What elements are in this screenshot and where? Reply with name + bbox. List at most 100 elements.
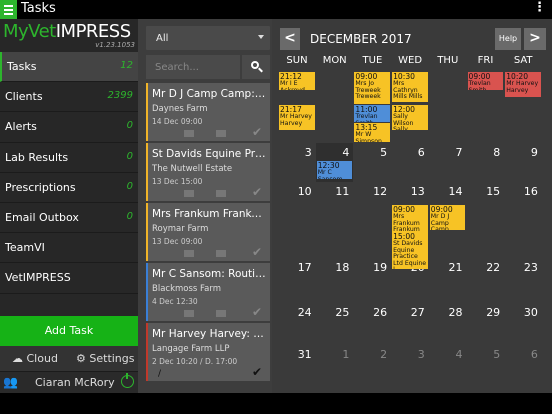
calendar-day[interactable]: 6	[391, 146, 425, 159]
task-card[interactable]: Mr D J Camp Camp: Dat... Daynes Farm 14 …	[146, 83, 270, 141]
weekday-mon: MON	[322, 55, 347, 66]
user-group-icon: 👥	[3, 375, 18, 389]
gear-icon: ⚙	[76, 352, 86, 365]
app-version: v1.23.1053	[95, 41, 135, 49]
overflow-menu-icon[interactable]: ⋮	[533, 0, 546, 15]
check-icon[interactable]: ✔	[252, 245, 262, 259]
check-icon[interactable]: ✔	[252, 125, 262, 139]
calendar-day[interactable]: 19	[353, 261, 387, 274]
calendar-day[interactable]: 16	[504, 185, 538, 198]
calendar-day[interactable]: 5	[467, 348, 500, 361]
search-button[interactable]	[242, 55, 270, 79]
calendar-day[interactable]: 30	[504, 306, 538, 319]
event-client: Sally Wilson Sally	[393, 113, 414, 130]
calendar-day[interactable]: 26	[353, 306, 387, 319]
task-card[interactable]: Mrs Frankum Frankum:... Roymar Farm 13 D…	[146, 203, 270, 261]
calendar-day[interactable]: 25	[316, 306, 349, 319]
task-card[interactable]: St Davids Equine Practi... The Nutwell E…	[146, 143, 270, 201]
calendar-day[interactable]: 14	[429, 185, 462, 198]
sidebar-item-email-outbox[interactable]: Email Outbox 0	[0, 203, 138, 234]
calendar-day[interactable]: 17	[278, 261, 312, 274]
calendar-event[interactable]: 10:20 Mr Harvey Harvey	[505, 72, 541, 97]
sidebar-item-clients[interactable]: Clients 2399	[0, 82, 138, 113]
calendar-event[interactable]: 15:00 St Davids Equine Practice Ltd Equin…	[392, 232, 428, 269]
calendar-day[interactable]: 31	[278, 348, 312, 361]
task-title: Mr C Sansom: Routine	[152, 268, 268, 280]
cloud-icon: ☁	[12, 352, 23, 365]
phone-icon	[216, 130, 226, 137]
prev-month-button[interactable]: <	[280, 28, 300, 50]
calendar-event[interactable]: 09:00 Mrs Jo Treweek Treweek	[354, 72, 391, 104]
calendar-day[interactable]: 8	[467, 146, 500, 159]
calendar-day[interactable]: 27	[391, 306, 425, 319]
weekday-thu: THU	[437, 55, 459, 66]
phone-icon	[216, 310, 226, 317]
calendar-day[interactable]: 4	[316, 146, 349, 159]
task-card[interactable]: Mr Harvey Harvey: Dat... Langage Farm LL…	[146, 323, 270, 381]
calendar-day[interactable]: 12	[353, 185, 387, 198]
sidebar-item-alerts[interactable]: Alerts 0	[0, 112, 138, 143]
sidebar-item-teamvi[interactable]: TeamVI	[0, 233, 138, 264]
calendar-day[interactable]: 1	[316, 348, 349, 361]
check-icon[interactable]: ✔	[252, 185, 262, 199]
calendar-day[interactable]: 28	[429, 306, 462, 319]
task-subtitle: Blackmoss Farm	[152, 284, 221, 294]
calendar-event[interactable]: 13:15 Mr W Simpson	[354, 123, 391, 142]
check-icon[interactable]: ✔	[252, 305, 262, 319]
check-icon[interactable]: ✔	[252, 365, 262, 379]
calendar-day[interactable]: 13	[391, 185, 425, 198]
calendar-event[interactable]: 21:12Mr I E Ackroyd	[279, 72, 315, 90]
calendar-day[interactable]: 18	[316, 261, 349, 274]
calendar-event[interactable]: 09:00 Mrs Frankum Frankum	[392, 205, 428, 232]
calendar-day[interactable]: 10	[278, 185, 312, 198]
calendar-day[interactable]: 9	[504, 146, 538, 159]
calendar-day[interactable]: 21	[429, 261, 462, 274]
sidebar-item-lab-results[interactable]: Lab Results 0	[0, 143, 138, 173]
task-title: Mr D J Camp Camp: Dat...	[152, 88, 268, 100]
search-input[interactable]: Search...	[146, 55, 240, 79]
event-client: Mr Harvey Harvey	[280, 113, 312, 127]
sidebar: MyVetIMPRESS v1.23.1053 Tasks 12 Clients 2…	[0, 19, 138, 393]
calendar-event[interactable]: 12:30Mr C Sansom	[316, 161, 353, 179]
calendar-event[interactable]: 11:00Trevlan Smith	[354, 105, 391, 122]
chevron-down-icon	[258, 35, 264, 39]
calendar-day[interactable]: 11	[316, 185, 349, 198]
settings-button[interactable]: ⚙ Settings	[76, 352, 135, 365]
calendar-event[interactable]: 09:00 Mr D J Camp Camp	[429, 205, 466, 230]
next-month-button[interactable]: >	[524, 28, 546, 50]
sidebar-item-tasks[interactable]: Tasks 12	[0, 52, 138, 83]
calendar-day[interactable]: 7	[429, 146, 462, 159]
calendar-day[interactable]: 23	[504, 261, 538, 274]
calendar-day[interactable]: 2	[353, 348, 387, 361]
bottom-actions: ☁ Cloud ⚙ Settings	[0, 346, 138, 371]
power-icon[interactable]	[121, 373, 134, 388]
calendar-day[interactable]: 29	[467, 306, 500, 319]
task-filter-select[interactable]: All	[146, 26, 270, 50]
event-client: Mr I E Ackroyd	[280, 80, 305, 90]
calendar-day[interactable]: 24	[278, 306, 312, 319]
calendar-day[interactable]: 3	[391, 348, 425, 361]
task-card[interactable]: Mr C Sansom: Routine Blackmoss Farm 4 De…	[146, 263, 270, 321]
add-task-button[interactable]: Add Task	[0, 316, 138, 346]
system-nav-bar	[0, 393, 552, 414]
calendar-event[interactable]: 12:00 Sally Wilson Sally	[392, 105, 428, 130]
help-button[interactable]: Help	[495, 28, 521, 50]
sidebar-nav: Tasks 12 Clients 2399 Alerts 0 Lab Results 0…	[0, 52, 138, 294]
calendar-day[interactable]: 4	[429, 348, 462, 361]
calendar-day[interactable]: 5	[353, 146, 387, 159]
weekday-sat: SAT	[513, 55, 533, 66]
calendar-event[interactable]: 10:30 Mrs Cathryn Mills Mills	[392, 72, 428, 102]
pencil-icon[interactable]: /	[158, 369, 161, 379]
calendar-day[interactable]: 6	[504, 348, 538, 361]
calendar-event[interactable]: 21:17 Mr Harvey Harvey	[279, 105, 315, 130]
calendar-event[interactable]: 09:00Trevlan Smith	[467, 72, 504, 90]
sidebar-item-prescriptions[interactable]: Prescriptions 0	[0, 173, 138, 203]
user-bar: 👥 Ciaran McRory	[0, 371, 138, 393]
calendar-day[interactable]: 22	[467, 261, 500, 274]
task-date: 2 Dec 10:20 / D. 17:00	[152, 357, 238, 366]
sidebar-item-vetimpress[interactable]: VetIMPRESS	[0, 263, 138, 294]
calendar-day[interactable]: 15	[467, 185, 500, 198]
cloud-button[interactable]: ☁ Cloud	[12, 352, 58, 365]
menu-icon[interactable]	[0, 0, 17, 19]
calendar-day[interactable]: 3	[278, 146, 312, 159]
